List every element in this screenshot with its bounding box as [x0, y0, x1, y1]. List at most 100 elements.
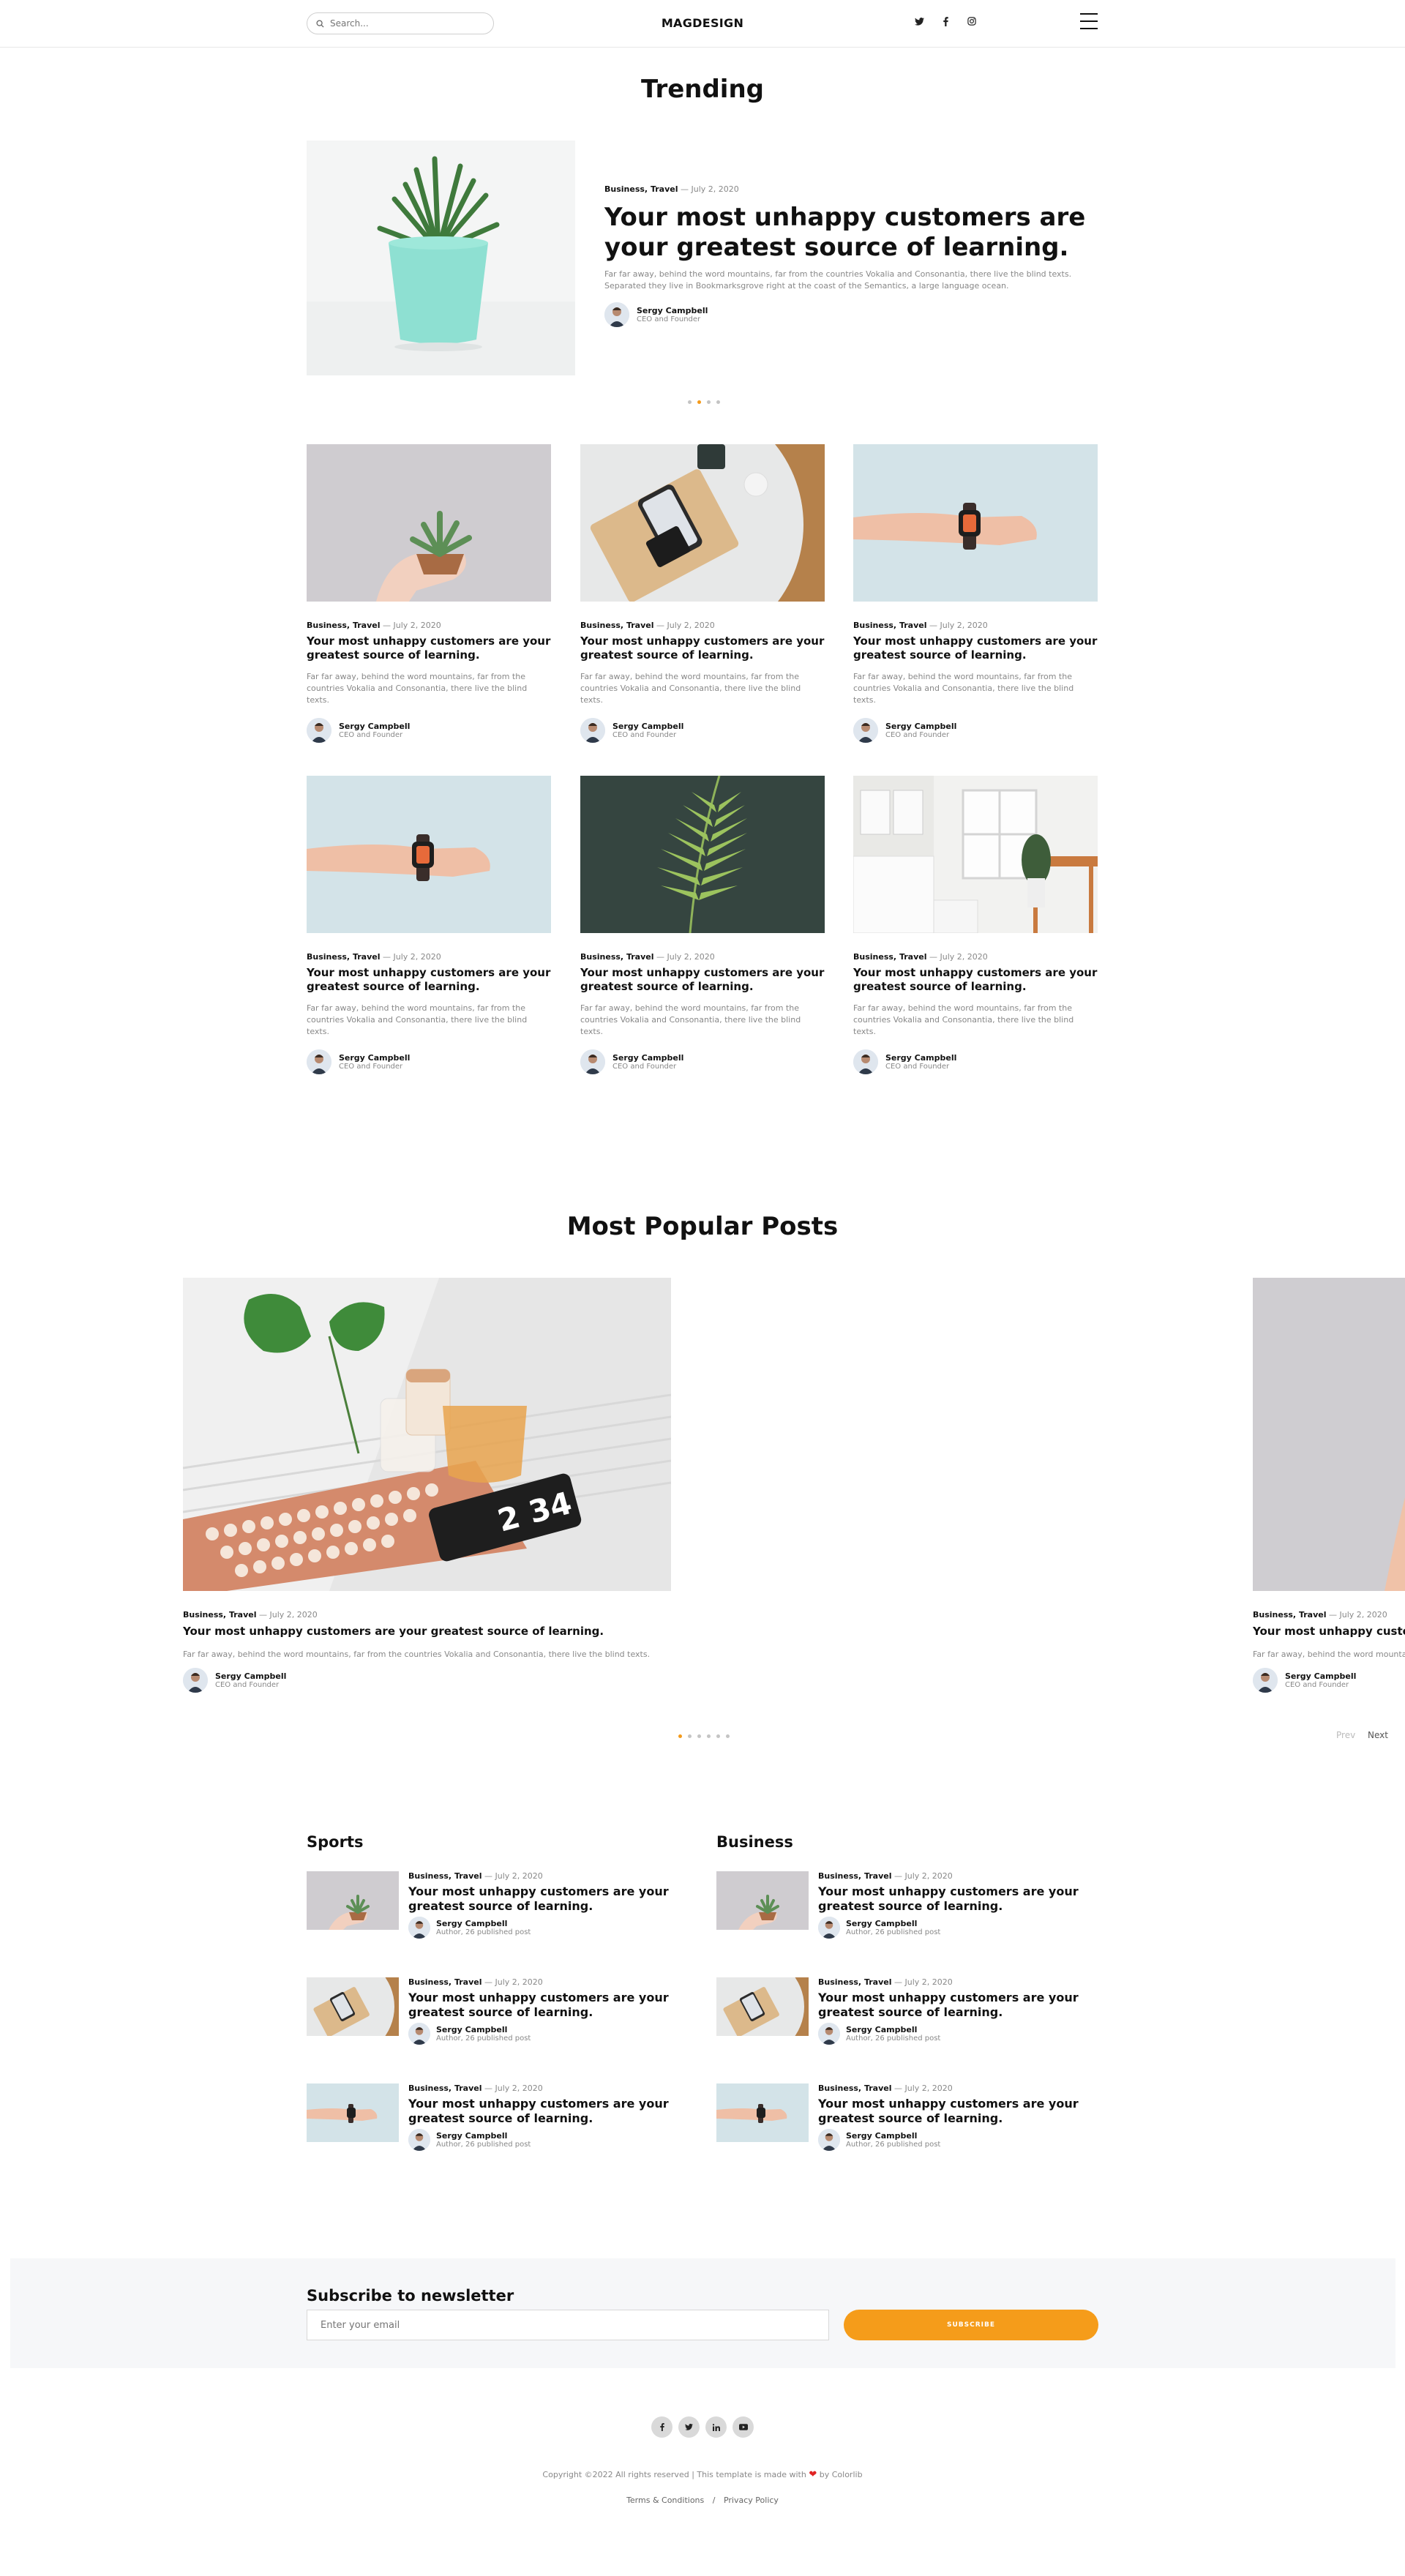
category-link[interactable]: Business: [853, 621, 893, 630]
category-link[interactable]: Travel: [229, 1610, 257, 1620]
thumb-wrist-watch[interactable]: [716, 2083, 809, 2142]
card-title[interactable]: Your most unhappy customers are your gre…: [580, 966, 825, 994]
category-link[interactable]: Business: [183, 1610, 223, 1620]
carousel-dot[interactable]: [707, 400, 711, 404]
card-image-hand-succulent[interactable]: [307, 444, 551, 602]
category-link[interactable]: Travel: [626, 621, 654, 630]
carousel-dot[interactable]: [726, 1734, 730, 1738]
post-author[interactable]: Sergy Campbell CEO and Founder: [853, 718, 1098, 743]
post-author[interactable]: Sergy Campbell CEO and Founder: [604, 302, 1102, 327]
category-link[interactable]: Business: [818, 2083, 858, 2093]
twitter-icon[interactable]: [913, 15, 925, 27]
carousel-dot[interactable]: [688, 400, 692, 404]
category-link[interactable]: Business: [408, 2083, 449, 2093]
category-link[interactable]: Travel: [454, 1871, 482, 1881]
card-image-white-kitchen[interactable]: [853, 776, 1098, 933]
menu-icon[interactable]: [1080, 13, 1098, 29]
category-link[interactable]: Business: [307, 621, 347, 630]
search-input[interactable]: [330, 18, 476, 29]
list-title[interactable]: Your most unhappy customers are your gre…: [408, 1991, 679, 2020]
category-link[interactable]: Travel: [454, 1977, 482, 1987]
category-link[interactable]: Travel: [899, 621, 927, 630]
site-logo[interactable]: MAGDESIGN: [629, 16, 776, 30]
post-author[interactable]: Sergy Campbell CEO and Founder: [307, 1049, 551, 1074]
category-link[interactable]: Travel: [899, 952, 927, 962]
card-title[interactable]: Your most unhappy customers are your gre…: [853, 634, 1098, 662]
popular-post-title[interactable]: Your most unhappy customers are your gre…: [1253, 1625, 1405, 1638]
category-link[interactable]: Travel: [454, 2083, 482, 2093]
thumb-phone-wallet-tray[interactable]: [307, 1977, 399, 2036]
post-author[interactable]: Sergy Campbell CEO and Founder: [183, 1668, 671, 1693]
list-title[interactable]: Your most unhappy customers are your gre…: [408, 2097, 679, 2126]
youtube-icon[interactable]: [733, 2416, 754, 2438]
carousel-dot[interactable]: [716, 1734, 720, 1738]
list-title[interactable]: Your most unhappy customers are your gre…: [818, 2097, 1089, 2126]
next-button[interactable]: Next: [1368, 1730, 1388, 1740]
popular-image-keyboard-tea[interactable]: 2 34: [183, 1278, 671, 1591]
category-link[interactable]: Travel: [864, 2083, 892, 2093]
post-author[interactable]: Sergy Campbell CEO and Founder: [1253, 1668, 1405, 1693]
card-title[interactable]: Your most unhappy customers are your gre…: [307, 966, 551, 994]
prev-button[interactable]: Prev: [1336, 1730, 1355, 1740]
post-author[interactable]: Sergy Campbell Author, 26 published post: [818, 2023, 1089, 2045]
category-link[interactable]: Business: [818, 1977, 858, 1987]
card-image-fern-leaf[interactable]: [580, 776, 825, 933]
thumb-phone-wallet-tray[interactable]: [716, 1977, 809, 2036]
category-link[interactable]: Business: [408, 1871, 449, 1881]
category-link[interactable]: Travel: [353, 621, 381, 630]
email-input[interactable]: [307, 2310, 829, 2340]
category-link[interactable]: Business: [853, 952, 893, 962]
carousel-dot[interactable]: [707, 1734, 711, 1738]
instagram-icon[interactable]: [966, 15, 978, 27]
category-link[interactable]: Business: [818, 1871, 858, 1881]
card-title[interactable]: Your most unhappy customers are your gre…: [580, 634, 825, 662]
post-author[interactable]: Sergy Campbell Author, 26 published post: [818, 2129, 1089, 2151]
list-title[interactable]: Your most unhappy customers are your gre…: [818, 1884, 1089, 1914]
category-link[interactable]: Travel: [864, 1871, 892, 1881]
category-link[interactable]: Business: [307, 952, 347, 962]
linkedin-icon[interactable]: [705, 2416, 727, 2438]
carousel-dot[interactable]: [688, 1734, 692, 1738]
terms-link[interactable]: Terms & Conditions: [626, 2496, 704, 2505]
list-title[interactable]: Your most unhappy customers are your gre…: [408, 1884, 679, 1914]
post-author[interactable]: Sergy Campbell Author, 26 published post: [408, 1917, 679, 1939]
post-author[interactable]: Sergy Campbell CEO and Founder: [307, 718, 551, 743]
popular-image-partial[interactable]: [1253, 1278, 1405, 1591]
carousel-dot[interactable]: [716, 400, 720, 404]
card-image-phone-wallet-tray[interactable]: [580, 444, 825, 602]
hero-post-title[interactable]: Your most unhappy customers are your gre…: [604, 203, 1102, 263]
carousel-dot[interactable]: [697, 1734, 701, 1738]
category-link[interactable]: Travel: [864, 1977, 892, 1987]
hero-image-succulent-pot[interactable]: [307, 141, 575, 375]
category-link[interactable]: Travel: [1299, 1610, 1327, 1620]
category-link[interactable]: Business: [408, 1977, 449, 1987]
post-author[interactable]: Sergy Campbell CEO and Founder: [580, 1049, 825, 1074]
carousel-dot-active[interactable]: [678, 1734, 682, 1738]
list-title[interactable]: Your most unhappy customers are your gre…: [818, 1991, 1089, 2020]
category-link[interactable]: Business: [1253, 1610, 1293, 1620]
subscribe-button[interactable]: SUBSCRIBE: [844, 2310, 1098, 2340]
search-box[interactable]: [307, 12, 494, 34]
thumb-wrist-watch[interactable]: [307, 2083, 399, 2142]
card-image-wrist-watch[interactable]: [307, 776, 551, 933]
facebook-icon[interactable]: [940, 15, 951, 27]
thumb-hand-succulent[interactable]: [307, 1871, 399, 1930]
post-author[interactable]: Sergy Campbell Author, 26 published post: [408, 2023, 679, 2045]
post-author[interactable]: Sergy Campbell CEO and Founder: [853, 1049, 1098, 1074]
card-image-wrist-watch[interactable]: [853, 444, 1098, 602]
thumb-hand-succulent[interactable]: [716, 1871, 809, 1930]
popular-post-title[interactable]: Your most unhappy customers are your gre…: [183, 1625, 671, 1638]
twitter-icon[interactable]: [678, 2416, 700, 2438]
category-link[interactable]: Business: [580, 621, 621, 630]
colorlib-link[interactable]: by Colorlib: [820, 2470, 863, 2479]
category-link[interactable]: Business: [580, 952, 621, 962]
category-link[interactable]: Business: [604, 184, 645, 194]
privacy-link[interactable]: Privacy Policy: [724, 2496, 779, 2505]
post-author[interactable]: Sergy Campbell Author, 26 published post: [408, 2129, 679, 2151]
category-link[interactable]: Travel: [353, 952, 381, 962]
category-link[interactable]: Travel: [651, 184, 678, 194]
carousel-dot-active[interactable]: [697, 400, 701, 404]
post-author[interactable]: Sergy Campbell CEO and Founder: [580, 718, 825, 743]
card-title[interactable]: Your most unhappy customers are your gre…: [307, 634, 551, 662]
facebook-icon[interactable]: [651, 2416, 672, 2438]
